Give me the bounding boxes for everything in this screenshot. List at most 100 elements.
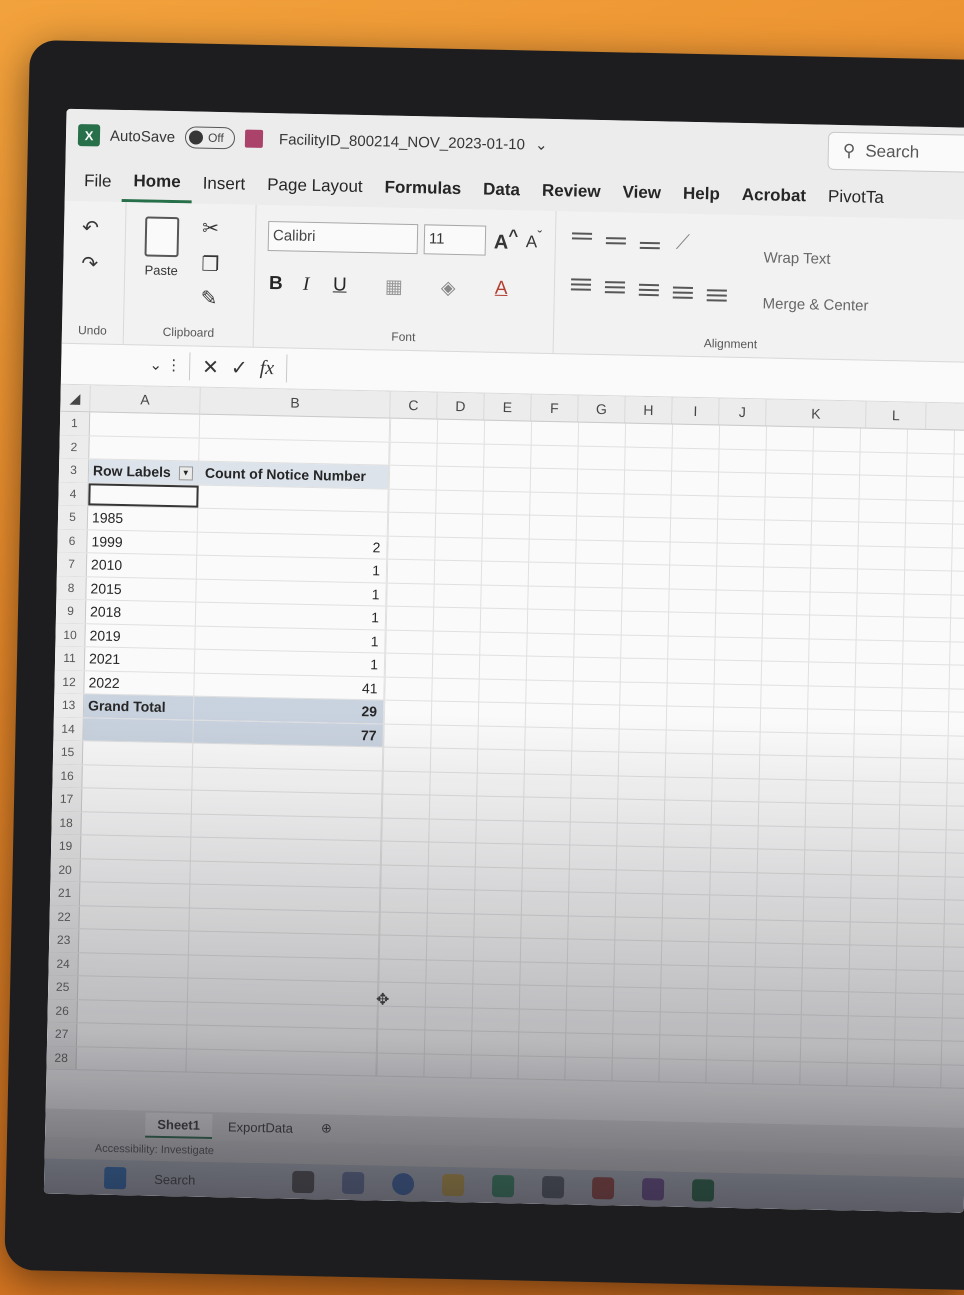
cell[interactable] — [78, 952, 189, 978]
file-name[interactable]: FacilityID_800214_NOV_2023-01-10 — [279, 131, 525, 153]
pivot-value[interactable]: 29 — [193, 696, 385, 724]
cell[interactable] — [189, 884, 381, 912]
cell[interactable] — [188, 931, 380, 959]
grand-total-label[interactable]: Grand Total — [83, 694, 195, 720]
sheet-tab-exportdata[interactable]: ExportData — [216, 1115, 306, 1140]
row-number[interactable]: 12 — [54, 670, 85, 694]
widgets-icon[interactable] — [341, 1171, 365, 1195]
browser-icon[interactable] — [491, 1174, 515, 1198]
grand-total-value[interactable]: 77 — [193, 720, 384, 747]
pivot-label[interactable]: 2022 — [84, 670, 195, 696]
column-header[interactable]: L — [866, 401, 927, 429]
task-view-icon[interactable] — [291, 1170, 315, 1194]
font-name-select[interactable]: Calibri — [267, 221, 419, 255]
cell[interactable] — [78, 929, 190, 955]
cell[interactable] — [191, 790, 383, 818]
column-header[interactable]: C — [390, 391, 438, 419]
tab-data[interactable]: Data — [472, 169, 532, 210]
align-center-icon[interactable] — [604, 278, 626, 296]
cell[interactable] — [82, 764, 193, 790]
file-explorer-icon[interactable] — [441, 1173, 465, 1197]
tab-file[interactable]: File — [73, 161, 123, 202]
row-number[interactable]: 28 — [46, 1046, 77, 1070]
decrease-indent-icon[interactable] — [672, 284, 693, 302]
increase-indent-icon[interactable] — [706, 286, 727, 304]
underline-button[interactable]: U — [333, 274, 347, 296]
autosave-toggle[interactable]: Off — [184, 126, 236, 150]
row-number[interactable]: 19 — [50, 834, 82, 858]
cell[interactable] — [189, 908, 380, 935]
pivot-label[interactable]: 1985 — [87, 506, 199, 532]
pivot-label[interactable]: 2021 — [84, 647, 196, 673]
bold-button[interactable]: B — [269, 273, 283, 295]
selected-cell[interactable] — [88, 482, 199, 508]
cell[interactable] — [77, 976, 189, 1002]
cell[interactable] — [186, 1049, 377, 1076]
pivot-row-labels-header[interactable]: Row Labels ▼ — [88, 459, 200, 485]
column-header[interactable]: I — [672, 397, 720, 425]
row-number[interactable]: 27 — [46, 1022, 78, 1046]
pivot-value[interactable] — [198, 485, 389, 512]
cell[interactable] — [190, 861, 381, 888]
tab-acrobat[interactable]: Acrobat — [730, 175, 817, 217]
row-number[interactable]: 23 — [48, 928, 80, 952]
name-box[interactable]: ⌄ ⋮ — [70, 349, 191, 381]
cut-icon[interactable]: ✂ — [202, 216, 219, 241]
row-number[interactable]: 15 — [52, 740, 84, 764]
pivot-value[interactable]: 41 — [194, 673, 385, 700]
row-number[interactable]: 14 — [53, 717, 84, 741]
row-number[interactable]: 9 — [55, 599, 87, 623]
column-header[interactable]: D — [437, 392, 485, 420]
row-number[interactable]: 21 — [49, 881, 81, 905]
pivot-label[interactable]: 2019 — [85, 623, 196, 649]
redo-icon[interactable]: ↷ — [81, 251, 98, 276]
tab-view[interactable]: View — [611, 172, 672, 213]
pivot-value[interactable]: 2 — [197, 532, 388, 559]
search-box[interactable]: ⚲ Search — [827, 131, 964, 173]
row-number[interactable]: 26 — [47, 999, 78, 1023]
row-number[interactable]: 1 — [59, 411, 91, 435]
column-header[interactable]: E — [484, 393, 532, 421]
pivot-value[interactable]: 1 — [195, 626, 386, 653]
cell[interactable] — [199, 414, 391, 442]
row-number[interactable]: 8 — [56, 576, 87, 600]
sheet-tab-sheet1[interactable]: Sheet1 — [145, 1112, 213, 1139]
cell[interactable] — [186, 1025, 378, 1052]
insert-function-button[interactable]: fx — [259, 356, 274, 379]
cell[interactable] — [79, 882, 191, 908]
add-sheet-icon[interactable]: ⊕ — [309, 1116, 344, 1141]
column-header[interactable]: F — [531, 394, 579, 422]
align-top-icon[interactable] — [571, 229, 593, 242]
column-header[interactable]: J — [719, 398, 767, 426]
tab-insert[interactable]: Insert — [191, 163, 256, 204]
row-number[interactable]: 18 — [51, 811, 82, 835]
cell[interactable] — [192, 743, 384, 771]
row-number[interactable]: 11 — [54, 646, 86, 670]
column-header[interactable]: A — [90, 385, 201, 414]
row-number[interactable]: 24 — [48, 952, 79, 976]
filter-dropdown-icon[interactable]: ▼ — [178, 466, 193, 481]
tab-formulas[interactable]: Formulas — [373, 167, 472, 209]
chat-icon[interactable] — [391, 1172, 415, 1196]
cell[interactable] — [80, 835, 192, 861]
row-number[interactable]: 16 — [52, 764, 83, 788]
cell[interactable] — [77, 999, 188, 1025]
row-number[interactable]: 6 — [57, 529, 88, 553]
cell[interactable] — [81, 788, 193, 814]
pivot-value[interactable] — [197, 508, 389, 536]
cell[interactable] — [82, 741, 194, 767]
tab-help[interactable]: Help — [672, 173, 732, 214]
align-middle-icon[interactable] — [605, 234, 626, 247]
row-number[interactable]: 4 — [58, 482, 89, 506]
pivot-value-header[interactable]: Count of Notice Number — [198, 461, 390, 489]
tab-review[interactable]: Review — [531, 171, 612, 213]
cell[interactable] — [188, 955, 379, 982]
row-number[interactable]: 13 — [53, 693, 85, 717]
cell[interactable] — [190, 837, 382, 865]
cell[interactable] — [187, 978, 379, 1005]
cell[interactable] — [187, 1002, 378, 1029]
format-painter-icon[interactable]: ✎ — [200, 286, 217, 311]
column-header[interactable]: G — [578, 395, 626, 423]
align-left-icon[interactable] — [570, 275, 592, 293]
copy-icon[interactable]: ❐ — [201, 252, 219, 277]
